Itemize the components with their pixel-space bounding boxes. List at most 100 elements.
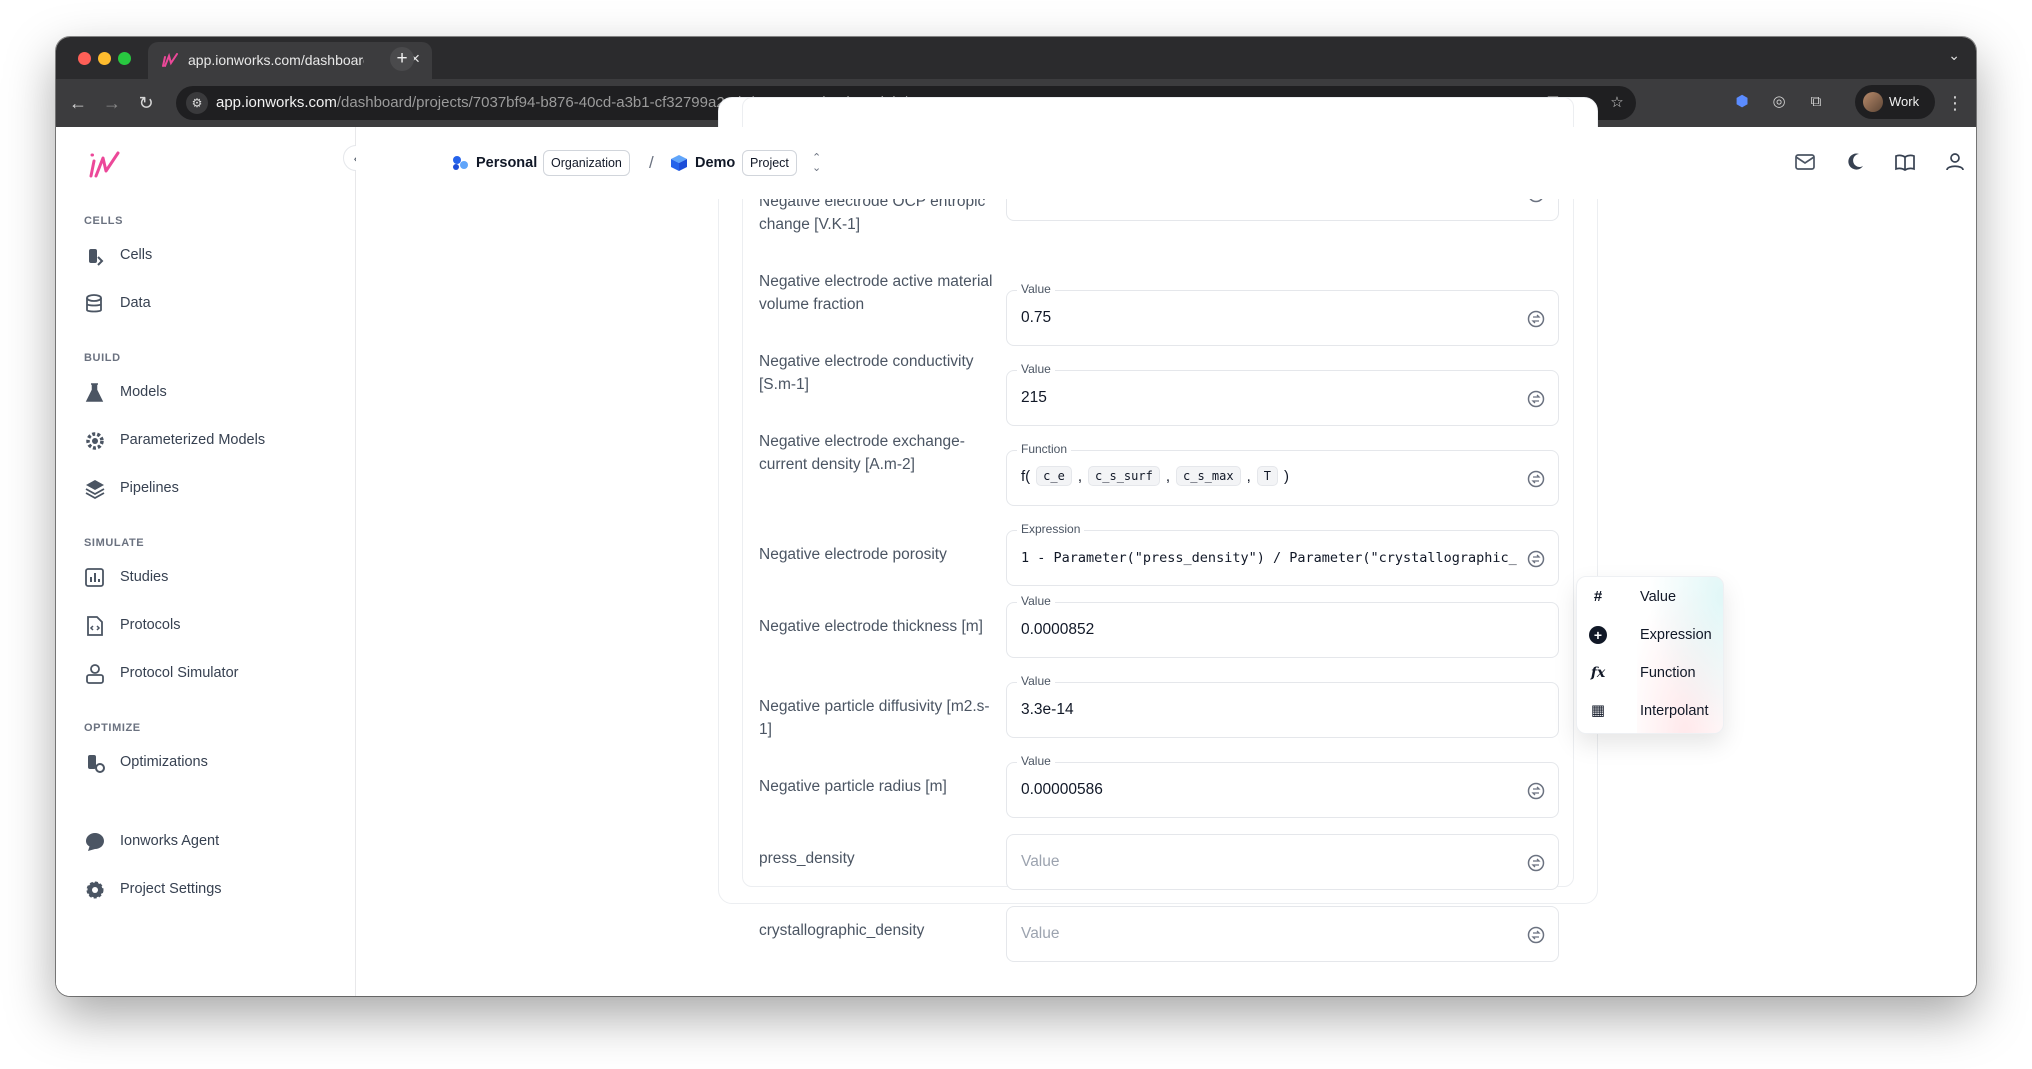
site-info-icon[interactable]: ⚙ (186, 92, 208, 114)
function-arg-chip[interactable]: T (1256, 466, 1278, 486)
user-icon[interactable] (1944, 151, 1966, 173)
parameter-value-field[interactable]: Value (1006, 906, 1559, 962)
browser-menu-icon[interactable]: ⋮ (1946, 91, 1964, 115)
switch-type-icon[interactable] (1526, 309, 1546, 329)
function-signature[interactable]: f( c_e , c_s_surf , c_s_max , T ) (1021, 466, 1289, 486)
breadcrumb-separator: / (649, 153, 654, 172)
flask-icon (85, 383, 104, 402)
menu-item-value[interactable]: # Value (1577, 578, 1723, 616)
tab-title: app.ionworks.com/dashboard (188, 52, 364, 68)
sidebar-item-cells[interactable]: Cells (84, 239, 334, 271)
function-arg-separator: , (1246, 467, 1251, 485)
parameter-label: Negative electrode exchange-current dens… (759, 433, 965, 473)
field-placeholder[interactable]: Value (1021, 853, 1060, 871)
switch-type-icon[interactable] (1526, 389, 1546, 409)
parameter-label: Negative electrode conductivity [S.m-1] (759, 353, 974, 393)
menu-item-function[interactable]: fx Function (1577, 654, 1723, 692)
parameter-label: press_density (759, 850, 855, 867)
extension-grammar-icon[interactable]: ◎ (1768, 91, 1790, 113)
reload-icon[interactable]: ↻ (134, 91, 158, 115)
sidebar-item-models[interactable]: Models (84, 376, 334, 408)
sidebar-item-label: Protocol Simulator (120, 665, 239, 681)
back-arrow-icon[interactable]: ← (66, 91, 90, 115)
breadcrumb-organization[interactable]: Personal (476, 155, 537, 171)
parameter-value-field[interactable]: Value 215 (1006, 362, 1559, 426)
parameter-type-menu: # Value + Expression fx Function ▦ Inter… (1576, 576, 1724, 734)
field-value[interactable]: 215 (1021, 389, 1047, 407)
browser-window: app.ionworks.com/dashboard × + ⌄ ← → ↻ ⚙… (56, 37, 1976, 996)
close-window-button[interactable] (78, 52, 91, 65)
switch-type-icon[interactable] (1526, 853, 1546, 873)
parameter-value-field[interactable]: Value 0.0000852 (1006, 594, 1559, 658)
field-value[interactable]: 0.0000852 (1021, 621, 1094, 639)
switch-type-icon[interactable] (1526, 925, 1546, 945)
field-placeholder[interactable]: Value (1021, 925, 1060, 943)
sidebar-item-label: Optimizations (120, 754, 208, 770)
sidebar-item-studies[interactable]: Studies (84, 561, 334, 593)
sidebar-item-protocols[interactable]: Protocols (84, 609, 334, 641)
sidebar-item-ionworks-agent[interactable]: Ionworks Agent (84, 825, 334, 857)
section-label-cells: CELLS (84, 215, 124, 227)
extension-shield-icon[interactable]: ⬢ (1731, 91, 1753, 113)
sidebar-item-protocol-simulator[interactable]: Protocol Simulator (84, 657, 334, 689)
function-arg-chip[interactable]: c_s_surf (1088, 466, 1160, 486)
sidebar-item-project-settings[interactable]: Project Settings (84, 873, 334, 905)
parameter-label: crystallographic_density (759, 922, 925, 939)
section-label-build: BUILD (84, 352, 121, 364)
forward-arrow-icon[interactable]: → (100, 91, 124, 115)
minimize-window-button[interactable] (98, 52, 111, 65)
field-type-label: Value (1017, 754, 1055, 768)
parameter-label: Negative electrode thickness [m] (759, 618, 983, 635)
zoom-window-button[interactable] (118, 52, 131, 65)
switch-type-icon[interactable] (1526, 469, 1546, 489)
function-arg-chip[interactable]: c_e (1036, 466, 1072, 486)
tab-search-chevron-icon[interactable]: ⌄ (1948, 47, 1960, 64)
breadcrumb-project[interactable]: Demo (695, 155, 735, 171)
field-value[interactable]: 0.75 (1021, 309, 1051, 327)
parameter-value-field[interactable]: Value (1006, 834, 1559, 890)
sidebar-item-pipelines[interactable]: Pipelines (84, 472, 334, 504)
bar-chart-icon (85, 568, 104, 587)
menu-item-expression[interactable]: + Expression (1577, 616, 1723, 654)
profile-button[interactable]: Work (1855, 85, 1935, 119)
field-type-label: Value (1017, 594, 1055, 608)
sidebar-item-optimizations[interactable]: Optimizations (84, 746, 334, 778)
section-label-optimize: OPTIMIZE (84, 722, 141, 734)
field-value[interactable]: 3.3e-14 (1021, 701, 1074, 719)
parameter-value-field[interactable]: Value 3.3e-14 (1006, 674, 1559, 738)
app-top-bar: Personal Organization / Demo Project ⌃ ⌄ (356, 127, 1976, 199)
mail-icon[interactable] (1794, 151, 1816, 173)
switch-type-icon[interactable] (1526, 549, 1546, 569)
sidebar-item-label: Models (120, 384, 167, 400)
field-value[interactable]: 0.00000586 (1021, 781, 1103, 799)
moon-icon[interactable] (1844, 151, 1866, 173)
sidebar-item-parameterized-models[interactable]: Parameterized Models (84, 424, 334, 456)
bookmark-star-icon[interactable]: ☆ (1608, 94, 1626, 112)
function-arg-chip[interactable]: c_s_max (1176, 466, 1241, 486)
book-open-icon[interactable] (1894, 151, 1916, 173)
parameter-function-field[interactable]: Function f( c_e , c_s_surf , c_s_max , T… (1006, 442, 1559, 506)
sidebar-item-label: Pipelines (120, 480, 179, 496)
new-tab-button[interactable]: + (390, 47, 414, 71)
function-suffix: ) (1283, 467, 1289, 485)
parameter-expression-field[interactable]: Expression 1 - Parameter("press_density"… (1006, 522, 1559, 586)
menu-item-label: Function (1640, 665, 1696, 681)
parameter-value-field[interactable]: Value 0.00000586 (1006, 754, 1559, 818)
organization-icon (453, 156, 468, 170)
ionworks-favicon-icon (162, 52, 178, 67)
switch-type-icon[interactable] (1526, 781, 1546, 801)
section-label-simulate: SIMULATE (84, 537, 145, 549)
project-badge: Project (742, 150, 797, 176)
field-value[interactable]: 1 - Parameter("press_density") / Paramet… (1021, 550, 1517, 566)
cell-gear-icon (88, 755, 105, 773)
sidebar-item-label: Ionworks Agent (120, 833, 220, 849)
extensions-puzzle-icon[interactable]: ⧉ (1805, 91, 1827, 113)
sidebar-item-data[interactable]: Data (84, 287, 334, 319)
menu-item-interpolant[interactable]: ▦ Interpolant (1577, 692, 1723, 730)
ionworks-logo-icon[interactable] (86, 149, 126, 181)
menu-item-label: Expression (1640, 627, 1712, 643)
project-switcher-chevrons-icon[interactable]: ⌃ ⌄ (812, 153, 821, 174)
function-arg-separator: , (1077, 467, 1083, 485)
project-cube-icon (671, 155, 687, 171)
parameter-value-field[interactable]: Value 0.75 (1006, 282, 1559, 346)
